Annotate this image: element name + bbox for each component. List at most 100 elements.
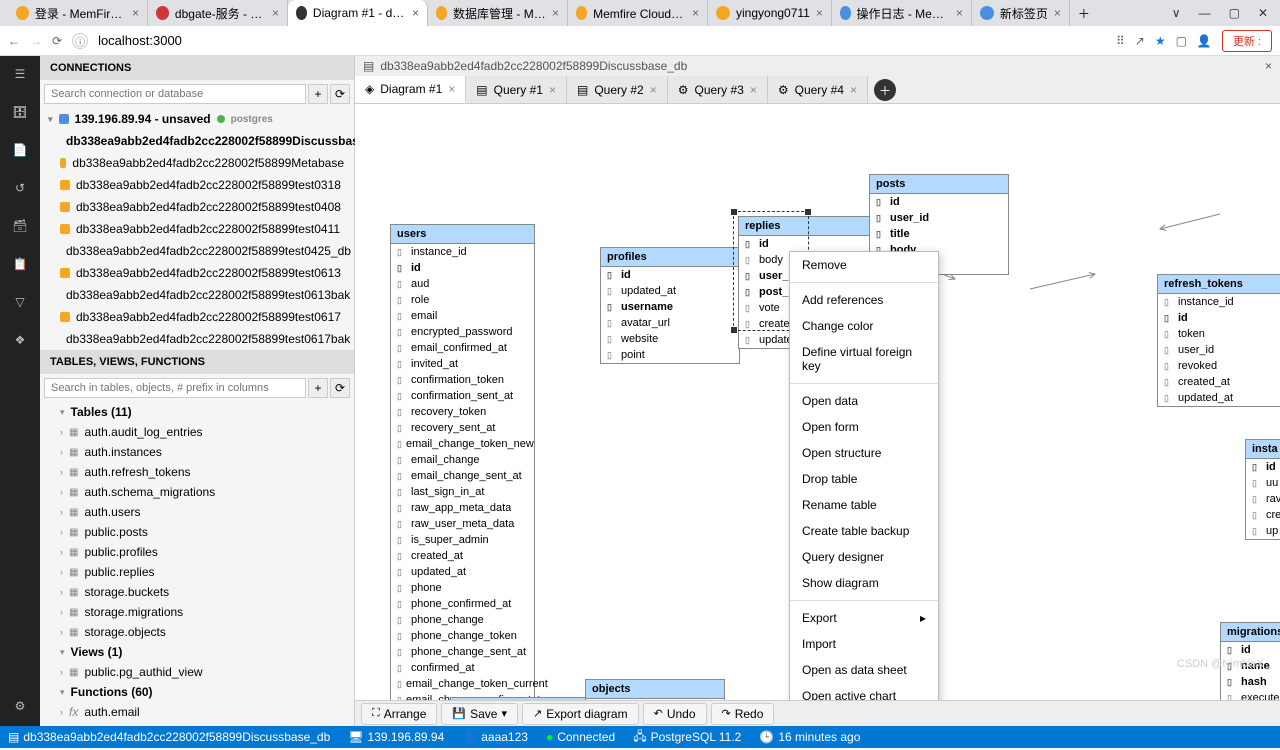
export-diagram-button[interactable]: ↗ Export diagram	[522, 703, 639, 725]
add-connection-button[interactable]: +	[308, 84, 328, 104]
erd-column: ▯updated_at	[1158, 390, 1280, 406]
table-item[interactable]: ›▦public.posts	[40, 522, 354, 542]
connection-host[interactable]: ▾ 139.196.89.94 - unsaved postgres	[40, 108, 354, 130]
browser-tab[interactable]: yingyong0711×	[708, 0, 832, 26]
menu-item[interactable]: Query designer	[790, 544, 938, 570]
views-group[interactable]: ▾Views (1)	[40, 642, 354, 662]
database-item[interactable]: db338ea9abb2ed4fadb2cc228002f58899test06…	[40, 262, 354, 284]
database-item[interactable]: db338ea9abb2ed4fadb2cc228002f58899Metaba…	[40, 152, 354, 174]
database-item[interactable]: db338ea9abb2ed4fadb2cc228002f58899test06…	[40, 284, 354, 306]
filebar-close-icon[interactable]: ×	[1265, 59, 1272, 73]
settings-icon[interactable]: ⚙	[10, 696, 30, 716]
table-item[interactable]: ›▦auth.instances	[40, 442, 354, 462]
database-item[interactable]: db338ea9abb2ed4fadb2cc228002f58899test06…	[40, 328, 354, 350]
menu-item[interactable]: Rename table	[790, 492, 938, 518]
new-doc-button[interactable]: ＋	[874, 79, 896, 101]
menu-item[interactable]: Define virtual foreign key	[790, 339, 938, 379]
back-icon[interactable]: ←	[8, 34, 20, 48]
table-item[interactable]: ›▦storage.migrations	[40, 602, 354, 622]
document-tab[interactable]: ⚙Query #4×	[768, 76, 868, 103]
view-item[interactable]: ›▦public.pg_authid_view	[40, 662, 354, 682]
history-icon[interactable]: ↺	[10, 178, 30, 198]
menu-icon[interactable]: ☰	[10, 64, 30, 84]
undo-button[interactable]: ↶ Undo	[643, 703, 707, 725]
translate-icon[interactable]: ⠿	[1116, 34, 1125, 48]
save-button[interactable]: 💾 Save ▾	[441, 703, 518, 725]
archive-icon[interactable]: 🗃	[10, 216, 30, 236]
menu-item[interactable]: Open data	[790, 388, 938, 414]
profile-icon[interactable]: 👤	[1197, 34, 1212, 48]
table-item[interactable]: ›▦auth.schema_migrations	[40, 482, 354, 502]
arrange-button[interactable]: ⛶ Arrange	[361, 703, 437, 725]
erd-table-objects[interactable]: objects▯id▯bucket_id▯name▯owner▯created_…	[585, 679, 725, 700]
reload-icon[interactable]: ⟳	[52, 34, 62, 48]
function-item[interactable]: ›fxauth.email	[40, 702, 354, 722]
menu-item[interactable]: Export▸	[790, 605, 938, 631]
browser-tab[interactable]: 操作日志 - MemFireDB×	[832, 0, 972, 26]
menu-item[interactable]: Add references	[790, 287, 938, 313]
forward-icon[interactable]: →	[30, 34, 42, 48]
database-item[interactable]: db338ea9abb2ed4fadb2cc228002f58899test06…	[40, 306, 354, 328]
redo-button[interactable]: ↷ Redo	[711, 703, 775, 725]
menu-item[interactable]: Show diagram	[790, 570, 938, 596]
table-item[interactable]: ›▦auth.refresh_tokens	[40, 462, 354, 482]
site-info-icon[interactable]: ⓘ	[72, 33, 88, 49]
menu-item[interactable]: Import	[790, 631, 938, 657]
tables-group[interactable]: ▾Tables (11)	[40, 402, 354, 422]
add-object-button[interactable]: +	[308, 378, 328, 398]
new-tab-button[interactable]: ＋	[1070, 0, 1098, 26]
file-icon[interactable]: 📄	[10, 140, 30, 160]
document-tab[interactable]: ⚙Query #3×	[668, 76, 768, 103]
function-item[interactable]: ›fxauth.role	[40, 722, 354, 726]
table-item[interactable]: ›▦public.replies	[40, 562, 354, 582]
browser-tab[interactable]: 数据库管理 - MemFire×	[428, 0, 568, 26]
table-item[interactable]: ›▦public.profiles	[40, 542, 354, 562]
share-icon[interactable]: ↗	[1135, 34, 1145, 48]
database-item[interactable]: db338ea9abb2ed4fadb2cc228002f58899test03…	[40, 174, 354, 196]
filter-icon[interactable]: ▽	[10, 292, 30, 312]
menu-item[interactable]: Create table backup	[790, 518, 938, 544]
database-item[interactable]: db338ea9abb2ed4fadb2cc228002f58899test04…	[40, 240, 354, 262]
window-controls[interactable]: ∨—▢✕	[1172, 6, 1280, 20]
layers-icon[interactable]: ❖	[10, 330, 30, 350]
bookmark-icon[interactable]: ★	[1155, 34, 1166, 48]
erd-table-users[interactable]: users▯instance_id▯id▯aud▯role▯email▯encr…	[390, 224, 535, 700]
url-input[interactable]	[98, 33, 1106, 48]
browser-tab[interactable]: Diagram #1 - db338ea×	[288, 0, 428, 26]
table-item[interactable]: ›▦auth.users	[40, 502, 354, 522]
menu-item[interactable]: Change color	[790, 313, 938, 339]
document-tab[interactable]: ▤Query #2×	[567, 76, 668, 103]
database-icon[interactable]: 🗄	[10, 102, 30, 122]
browser-tab[interactable]: 登录 - MemFireDB×	[8, 0, 148, 26]
menu-item[interactable]: Open as data sheet	[790, 657, 938, 683]
menu-item[interactable]: Open active chart	[790, 683, 938, 700]
erd-table-profiles[interactable]: profiles▯id▯updated_at▯username▯avatar_u…	[600, 247, 740, 364]
table-item[interactable]: ›▦storage.buckets	[40, 582, 354, 602]
browser-tab[interactable]: Memfire Cloud SQL编×	[568, 0, 708, 26]
database-item[interactable]: db338ea9abb2ed4fadb2cc228002f58899Discus…	[40, 130, 354, 152]
objects-search[interactable]	[44, 378, 306, 398]
database-item[interactable]: db338ea9abb2ed4fadb2cc228002f58899test04…	[40, 196, 354, 218]
browser-tab[interactable]: dbgate-服务 - npm×	[148, 0, 288, 26]
menu-item[interactable]: Drop table	[790, 466, 938, 492]
erd-table-refresh-tokens[interactable]: refresh_tokens▯instance_id▯id▯token▯user…	[1157, 274, 1280, 407]
menu-item[interactable]: Open structure	[790, 440, 938, 466]
clipboard-icon[interactable]: 📋	[10, 254, 30, 274]
menu-item[interactable]: Remove	[790, 252, 938, 278]
functions-group[interactable]: ▾Functions (60)	[40, 682, 354, 702]
document-tab[interactable]: ▤Query #1×	[466, 76, 567, 103]
document-tab[interactable]: ◈Diagram #1×	[355, 76, 466, 103]
refresh-objects-button[interactable]: ⟳	[330, 378, 350, 398]
refresh-connections-button[interactable]: ⟳	[330, 84, 350, 104]
table-item[interactable]: ›▦storage.objects	[40, 622, 354, 642]
menu-item[interactable]: Open form	[790, 414, 938, 440]
erd-table-buckets[interactable]: buckets▯id▯name▯owner	[450, 697, 590, 700]
diagram-canvas[interactable]: users▯instance_id▯id▯aud▯role▯email▯encr…	[355, 104, 1280, 700]
table-item[interactable]: ›▦auth.audit_log_entries	[40, 422, 354, 442]
update-button[interactable]: 更新 :	[1222, 30, 1272, 52]
reading-list-icon[interactable]: ▢	[1176, 34, 1187, 48]
erd-table-instances[interactable]: insta▯id▯uu▯rav▯cre▯up	[1245, 439, 1280, 540]
connections-search[interactable]	[44, 84, 306, 104]
database-item[interactable]: db338ea9abb2ed4fadb2cc228002f58899test04…	[40, 218, 354, 240]
browser-tab[interactable]: 新标签页×	[972, 0, 1070, 26]
